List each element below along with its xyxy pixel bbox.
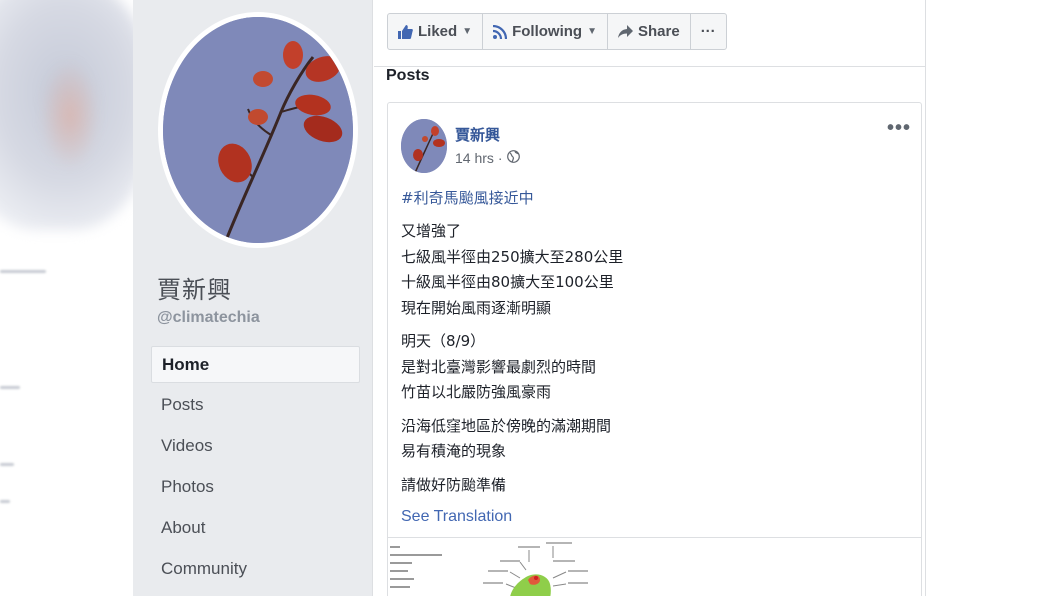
post-line: 現在開始風雨逐漸明顯 xyxy=(401,298,552,317)
page-name[interactable]: 賈新興 xyxy=(157,270,232,305)
post-line: 七級風半徑由250擴大至280公里 xyxy=(401,247,624,266)
post-attached-image[interactable] xyxy=(388,537,921,596)
ellipsis-icon: ··· xyxy=(700,23,716,40)
post-line: 是對北臺灣影響最劇烈的時間 xyxy=(401,357,597,376)
post-line: 竹苗以北嚴防強風豪雨 xyxy=(401,383,552,401)
post-timestamp: 14 hrs · xyxy=(455,150,520,166)
nav-item-about[interactable]: About xyxy=(151,509,360,550)
cover-photo-blur xyxy=(0,0,133,596)
post-body: #利奇馬颱風接近中 又增強了 七級風半徑由250擴大至280公里 十級風半徑由8… xyxy=(401,185,901,526)
share-button[interactable]: Share xyxy=(608,14,691,49)
post-line: 請做好防颱準備 xyxy=(401,475,507,494)
liked-button[interactable]: Liked ▼ xyxy=(388,14,484,49)
post-card: 賈新興 14 hrs · ••• #利奇馬颱風接近中 又增強了 七級風半徑由25… xyxy=(387,102,922,596)
nav-item-photos[interactable]: Photos xyxy=(151,468,360,509)
post-line: 又增強了 xyxy=(401,222,462,240)
post-author-avatar[interactable] xyxy=(401,119,447,173)
profile-photo xyxy=(163,17,353,243)
cover-streak xyxy=(0,386,20,389)
profile-picture[interactable] xyxy=(158,12,358,248)
typhoon-map-image xyxy=(390,542,588,596)
divider xyxy=(374,66,926,67)
post-author-name[interactable]: 賈新興 xyxy=(455,124,500,145)
cover-blur-leaf xyxy=(40,60,100,170)
post-hashtag[interactable]: #利奇馬颱風接近中 xyxy=(401,185,901,211)
rss-icon xyxy=(493,24,508,39)
leaf-branch-thumbnail xyxy=(401,119,447,173)
nav-item-videos[interactable]: Videos xyxy=(151,427,360,468)
following-button[interactable]: Following ▼ xyxy=(483,14,608,49)
nav-item-posts[interactable]: Posts xyxy=(151,386,360,427)
post-paragraph: 沿海低窪地區於傍晚的滿潮期間 易有積淹的現象 xyxy=(401,414,901,465)
see-translation-link[interactable]: See Translation xyxy=(401,508,901,526)
separator-dot: · xyxy=(497,150,503,166)
post-line: 明天（8/9） xyxy=(401,332,486,350)
post-line: 易有積淹的現象 xyxy=(401,442,507,460)
nav-item-home[interactable]: Home xyxy=(151,346,360,383)
cover-streak xyxy=(0,270,46,273)
liked-label: Liked xyxy=(418,23,458,40)
post-line: 十級風半徑由80擴大至100公里 xyxy=(401,273,614,291)
thumbs-up-icon xyxy=(398,24,413,39)
post-line: 沿海低窪地區於傍晚的滿潮期間 xyxy=(401,416,612,435)
main-column: Liked ▼ Following ▼ Share ··· Posts 賈新興 … xyxy=(374,0,926,596)
page-action-bar: Liked ▼ Following ▼ Share ··· xyxy=(387,13,727,50)
more-options-button[interactable]: ··· xyxy=(691,14,726,49)
page-handle[interactable]: @climatechia xyxy=(157,309,260,327)
cover-streak xyxy=(0,463,14,466)
post-options-button[interactable]: ••• xyxy=(887,117,911,140)
following-label: Following xyxy=(512,23,583,40)
page-sidebar: 賈新興 @climatechia Home Posts Videos Photo… xyxy=(133,0,373,596)
cover-streak xyxy=(0,500,10,503)
post-paragraph: 明天（8/9） 是對北臺灣影響最劇烈的時間 竹苗以北嚴防強風豪雨 xyxy=(401,329,901,406)
share-arrow-icon xyxy=(617,25,633,38)
posts-heading: Posts xyxy=(386,67,430,84)
leaf-branch-photo xyxy=(163,17,353,243)
globe-icon xyxy=(506,150,520,166)
chevron-down-icon: ▼ xyxy=(462,26,473,37)
chevron-down-icon: ▼ xyxy=(587,26,597,37)
post-paragraph: 請做好防颱準備 xyxy=(401,473,901,499)
post-time-text[interactable]: 14 hrs xyxy=(455,150,494,166)
share-label: Share xyxy=(637,23,680,40)
post-paragraph: 又增強了 七級風半徑由250擴大至280公里 十級風半徑由80擴大至100公里 … xyxy=(401,219,901,321)
nav-item-community[interactable]: Community xyxy=(151,550,360,591)
page-nav: Home Posts Videos Photos About Community xyxy=(151,346,360,591)
